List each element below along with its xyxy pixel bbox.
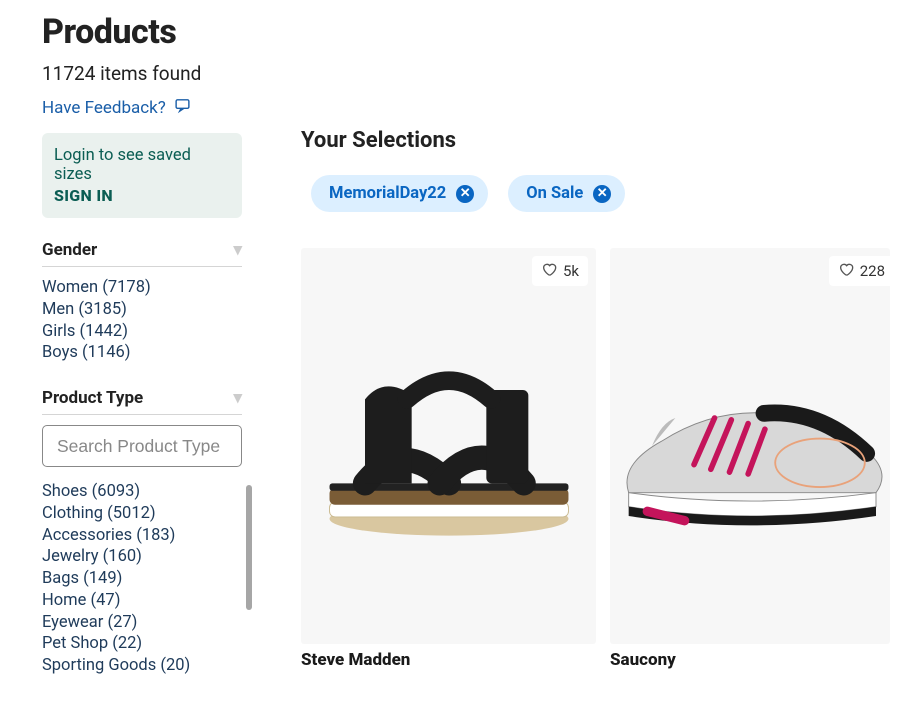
product-brand: Saucony [610, 650, 890, 670]
favorite-button[interactable]: 228 [829, 256, 890, 286]
scrollbar[interactable] [246, 485, 252, 610]
facet-count: (20) [160, 656, 190, 675]
facet-item-girls[interactable]: Girls (1442) [42, 321, 257, 343]
feedback-label: Have Feedback? [42, 98, 166, 118]
facet-item-clothing[interactable]: Clothing (5012) [42, 503, 242, 525]
selection-chips: MemorialDay22 ✕ On Sale ✕ [301, 175, 908, 212]
facet-title: Product Type [42, 388, 143, 408]
facet-label: Accessories [42, 526, 132, 545]
page-title: Products [42, 12, 257, 52]
facet-count: (22) [112, 634, 142, 653]
favorite-button[interactable]: 5k [532, 256, 588, 286]
facet-label: Bags [42, 569, 79, 588]
chevron-down-icon: ▾ [233, 240, 242, 260]
facet-title: Gender [42, 240, 97, 260]
chip-on-sale[interactable]: On Sale ✕ [508, 175, 625, 212]
chip-memorialday22[interactable]: MemorialDay22 ✕ [311, 175, 488, 212]
product-type-search-input[interactable] [42, 425, 242, 467]
facet-count: (160) [103, 547, 142, 566]
facet-list-gender: Women (7178) Men (3185) Girls (1442) Boy… [42, 277, 257, 364]
chevron-down-icon: ▾ [233, 388, 242, 408]
facet-count: (183) [136, 526, 175, 545]
close-icon[interactable]: ✕ [456, 185, 474, 203]
facet-item-accessories[interactable]: Accessories (183) [42, 525, 242, 547]
chip-label: On Sale [526, 184, 583, 203]
facet-label: Women [42, 278, 98, 297]
facet-count: (3185) [78, 300, 127, 319]
chip-label: MemorialDay22 [329, 184, 446, 203]
sign-in-link[interactable]: SIGN IN [54, 186, 230, 205]
product-card[interactable]: 5k [301, 248, 596, 644]
facet-count: (7178) [102, 278, 151, 297]
product-brand: Steve Madden [301, 650, 596, 670]
facet-item-bags[interactable]: Bags (149) [42, 568, 242, 590]
facet-label: Pet Shop [42, 634, 108, 653]
selections-title: Your Selections [301, 128, 908, 153]
facet-label: Shoes [42, 482, 88, 501]
facet-count: (47) [91, 591, 121, 610]
facet-label: Men [42, 300, 74, 319]
favorite-count: 5k [563, 262, 579, 280]
facet-item-shoes[interactable]: Shoes (6093) [42, 481, 242, 503]
facet-count: (149) [83, 569, 122, 588]
login-message: Login to see saved sizes [54, 146, 230, 184]
facet-header-product-type[interactable]: Product Type ▾ [42, 388, 242, 415]
facet-label: Sporting Goods [42, 656, 156, 675]
facet-item-pet-shop[interactable]: Pet Shop (22) [42, 633, 242, 655]
facet-count: (27) [107, 613, 137, 632]
facet-count: (1442) [79, 322, 128, 341]
facet-list-product-type: Shoes (6093) Clothing (5012) Accessories… [42, 481, 242, 677]
facet-count: (5012) [107, 504, 156, 523]
facet-item-boys[interactable]: Boys (1146) [42, 342, 257, 364]
facet-label: Home [42, 591, 86, 610]
product-card[interactable]: 228 [610, 248, 890, 644]
facet-item-women[interactable]: Women (7178) [42, 277, 257, 299]
close-icon[interactable]: ✕ [593, 185, 611, 203]
facet-item-jewelry[interactable]: Jewelry (160) [42, 546, 242, 568]
facet-count: (6093) [92, 482, 141, 501]
facet-count: (1146) [82, 343, 131, 362]
facet-label: Eyewear [42, 613, 103, 632]
facet-label: Boys [42, 343, 78, 362]
product-grid: 5k [301, 248, 908, 670]
facet-item-home[interactable]: Home (47) [42, 590, 242, 612]
login-box: Login to see saved sizes SIGN IN [42, 133, 242, 218]
heart-icon [541, 261, 557, 281]
feedback-icon [174, 97, 191, 119]
facet-item-men[interactable]: Men (3185) [42, 299, 257, 321]
heart-icon [838, 261, 854, 281]
facet-label: Girls [42, 322, 75, 341]
feedback-link[interactable]: Have Feedback? [42, 97, 257, 119]
items-found: 11724 items found [42, 62, 257, 85]
facet-item-eyewear[interactable]: Eyewear (27) [42, 612, 242, 634]
favorite-count: 228 [860, 262, 885, 280]
product-image [610, 248, 890, 644]
facet-label: Clothing [42, 504, 103, 523]
product-image [301, 248, 596, 644]
facet-item-sporting-goods[interactable]: Sporting Goods (20) [42, 655, 242, 677]
facet-header-gender[interactable]: Gender ▾ [42, 240, 242, 267]
facet-label: Jewelry [42, 547, 99, 566]
